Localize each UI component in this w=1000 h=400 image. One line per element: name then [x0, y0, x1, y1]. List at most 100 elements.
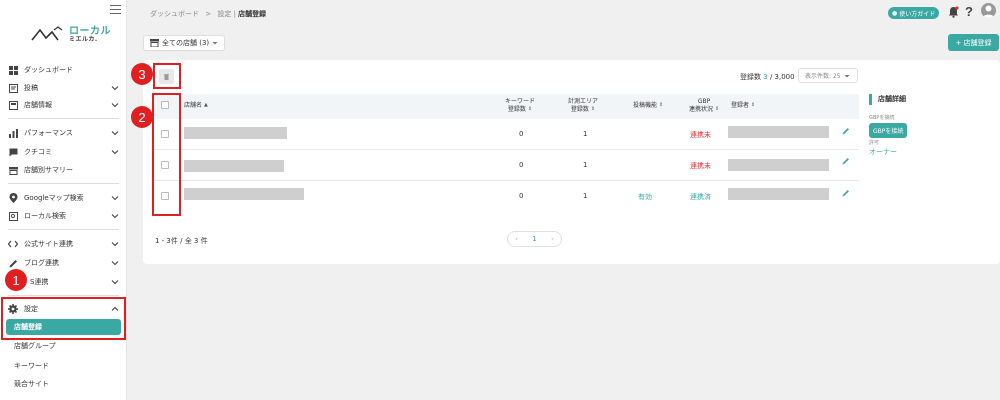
guide-button[interactable]: ● 使い方ガイド [888, 7, 940, 19]
registration-count: 登録数 3 / 3,000 [740, 72, 795, 82]
header-registrant[interactable]: 登録者 ⇕ [731, 102, 755, 110]
store-name-redacted[interactable] [184, 188, 304, 200]
gbp-connect-label: GBPを接続 [869, 115, 895, 121]
gbp-status: 連携済 [690, 193, 711, 201]
bell-icon[interactable] [948, 6, 959, 18]
chevron-down-icon [111, 131, 119, 136]
divider [8, 183, 119, 184]
performance-icon [8, 128, 18, 138]
prev-page-icon[interactable]: ‹ [515, 235, 518, 243]
header-area-count[interactable]: 計測エリア 登録数 ⇕ [568, 98, 598, 114]
highlight-box-bulk [153, 63, 181, 89]
sidebar-item-dashboard[interactable]: ダッシュボード [0, 61, 127, 79]
header-store-name[interactable]: 店舗名 ▲ [184, 102, 208, 110]
sidebar-sub-competitor[interactable]: 競合サイト [0, 376, 127, 392]
sidebar-sub-keyword[interactable]: キーワード [0, 358, 127, 374]
step-badge-1: 1 [5, 269, 27, 291]
caret-down-icon [212, 42, 218, 45]
sort-icon: ⇕ [590, 106, 596, 113]
sort-icon: ⇕ [751, 102, 756, 109]
area-count: 1 [583, 192, 588, 200]
code-icon [8, 239, 18, 249]
store-filter-select[interactable]: 全ての店舗 (3) [143, 35, 226, 51]
sidebar-item-performance[interactable]: パフォーマンス [0, 124, 127, 142]
step-badge-3: 3 [131, 63, 153, 85]
chevron-down-icon [111, 150, 119, 155]
per-page-select[interactable]: 表示件数: 25 [798, 68, 858, 83]
step-badge-2: 2 [131, 106, 153, 128]
table-row[interactable]: 0 1 連携未 [152, 150, 859, 181]
post-icon [8, 83, 18, 93]
breadcrumb-dashboard[interactable]: ダッシュボード [150, 10, 199, 18]
summary-icon [8, 165, 18, 175]
sort-asc-icon: ▲ [204, 102, 208, 109]
user-icon [982, 5, 995, 18]
sidebar-item-post[interactable]: 投稿 [0, 79, 127, 97]
edit-pencil-icon[interactable] [842, 189, 850, 197]
help-icon[interactable]: ? [965, 4, 973, 19]
store-icon [150, 39, 159, 47]
sidebar-item-google-map[interactable]: Googleマップ検索 [0, 189, 127, 207]
permission-label: 許可 [869, 140, 880, 146]
next-page-icon[interactable]: › [551, 235, 554, 243]
hamburger-menu-icon[interactable] [110, 5, 121, 14]
sidebar-item-label: Googleマップ検索 [24, 194, 84, 202]
edit-pencil-icon[interactable] [842, 157, 850, 165]
pagination: ‹ 1 › [507, 231, 562, 247]
header-gbp-line1: GBP [697, 98, 711, 105]
logo[interactable]: ローカル ミエルカ. [30, 26, 111, 44]
header-registrant-label: 登録者 [731, 102, 750, 109]
chevron-down-icon [111, 214, 119, 219]
owner-value: オーナー [869, 148, 897, 156]
page-number[interactable]: 1 [532, 235, 536, 243]
breadcrumb-settings: 設定 | [217, 10, 236, 18]
chevron-down-icon [111, 196, 119, 201]
header-gbp-line2: 連携状況 [689, 105, 714, 113]
header-store-name-label: 店舗名 [184, 102, 203, 109]
edit-pencil-icon[interactable] [842, 127, 850, 135]
header-area-line1: 計測エリア [568, 98, 599, 105]
breadcrumb-separator: > [205, 10, 212, 18]
sidebar-item-summary[interactable]: 店舗別サマリー [0, 161, 127, 179]
sidebar-item-review[interactable]: クチコミ [0, 143, 127, 161]
registrant-redacted [728, 159, 829, 171]
sidebar-item-label: ローカル検索 [24, 212, 66, 220]
header-gbp[interactable]: GBP 連携状況 ⇕ [689, 98, 719, 114]
chevron-down-icon [111, 261, 119, 266]
divider [8, 229, 119, 230]
table-row[interactable]: 0 1 連携未 [152, 119, 859, 150]
post-status: 有効 [638, 193, 652, 201]
header-area-line2: 登録数 [570, 105, 589, 113]
chevron-down-icon [111, 242, 119, 247]
sidebar-sub-store-group[interactable]: 店舗グループ [0, 338, 127, 354]
pagination-summary: 1 - 3件 / 全 3 件 [155, 237, 208, 245]
header-keyword-count[interactable]: キーワード 登録数 ⇕ [505, 98, 535, 114]
sort-icon: ⇕ [527, 106, 533, 113]
keyword-count: 0 [519, 130, 524, 138]
highlight-box-settings [1, 297, 126, 340]
sidebar-item-label: 公式サイト連携 [24, 240, 73, 248]
table-row[interactable]: 0 1 有効 連携済 [152, 181, 859, 212]
store-detail-panel: 店舗詳細 GBPを接続 GBPを接続 許可 オーナー [869, 94, 999, 157]
gbp-status: 連携未 [690, 131, 711, 139]
detail-title: 店舗詳細 [869, 94, 999, 105]
sidebar-item-store-info[interactable]: 店舗情報 [0, 96, 127, 114]
avatar[interactable] [981, 3, 996, 18]
count-total: / 3,000 [769, 73, 795, 81]
sidebar-item-official-site[interactable]: 公式サイト連携 [0, 235, 127, 253]
store-name-redacted[interactable] [184, 160, 284, 172]
breadcrumb-current: 店舗登録 [238, 10, 267, 18]
store-name-redacted[interactable] [184, 127, 287, 139]
header-post[interactable]: 投稿機能 ⇕ [633, 102, 663, 110]
chevron-down-icon [111, 86, 119, 91]
sidebar: ローカル ミエルカ. ダッシュボード 投稿 店舗情報 パフォーマンス クチコミ … [0, 0, 127, 400]
caret-down-icon [844, 74, 850, 77]
header-keyword-line1: キーワード [505, 98, 536, 105]
sidebar-item-local-search[interactable]: ローカル検索 [0, 207, 127, 225]
add-store-button[interactable]: + 店舗登録 [948, 34, 999, 51]
sidebar-item-label: 投稿 [24, 84, 38, 92]
sidebar-item-label: 店舗別サマリー [24, 166, 73, 174]
map-pin-icon [8, 193, 18, 203]
highlight-box-checkboxes [152, 93, 181, 216]
gbp-connect-button[interactable]: GBPを接続 [869, 123, 908, 138]
